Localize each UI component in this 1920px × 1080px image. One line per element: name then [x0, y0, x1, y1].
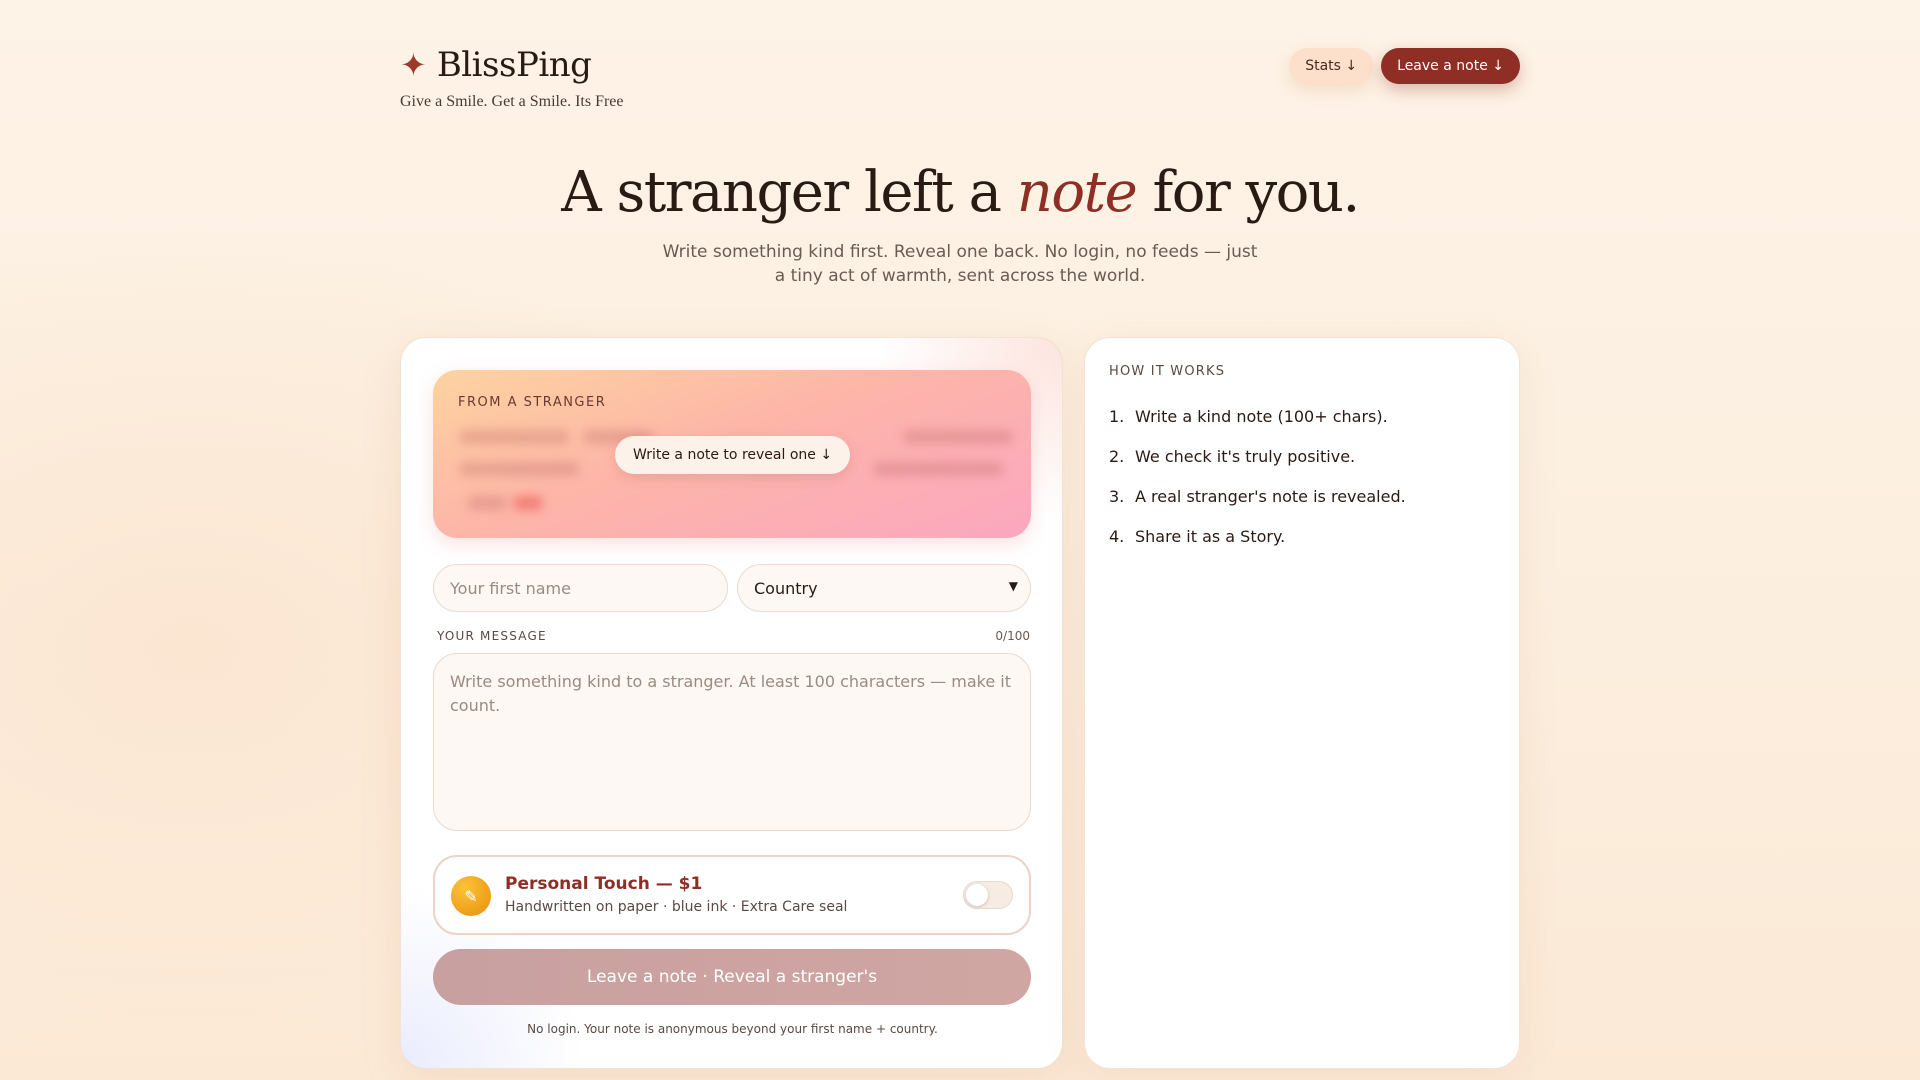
list-item: 4. Share it as a Story. — [1109, 516, 1406, 556]
page: ✦ BlissPing Give a Smile. Get a Smile. I… — [400, 0, 1520, 1080]
hero-title: A stranger left a note for you. — [400, 158, 1520, 228]
personal-touch-option[interactable]: ✎ Personal Touch — $1 Handwritten on pap… — [433, 855, 1031, 935]
toggle-knob — [966, 884, 988, 906]
step-text: Write a kind note (100+ chars). — [1135, 406, 1388, 426]
message-label: YOUR MESSAGE — [437, 629, 547, 643]
steps-list: 1. Write a kind note (100+ chars). 2. We c… — [1109, 396, 1406, 556]
reveal-note-button[interactable]: Write a note to reveal one ↓ — [615, 436, 851, 474]
hero-title-accent: note — [1016, 160, 1138, 225]
char-counter: 0/100 — [995, 629, 1030, 643]
personal-touch-subtitle: Handwritten on paper · blue ink · Extra … — [505, 899, 848, 915]
leave-note-button[interactable]: Leave a note ↓ — [1381, 48, 1520, 84]
chevron-down-icon: ▼ — [1008, 579, 1018, 593]
brand-logo[interactable]: ✦ BlissPing — [400, 44, 592, 86]
brand-name: BlissPing — [436, 45, 592, 85]
anonymity-footnote: No login. Your note is anonymous beyond … — [527, 1022, 938, 1036]
list-item: 1. Write a kind note (100+ chars). — [1109, 396, 1406, 436]
step-number: 4. — [1109, 526, 1125, 546]
blurred-text — [459, 430, 569, 444]
hero-title-end: for you. — [1136, 160, 1361, 225]
how-it-works-card: HOW IT WORKS 1. Write a kind note (100+ c… — [1084, 337, 1520, 1069]
personal-touch-toggle[interactable] — [963, 881, 1013, 909]
step-text: Share it as a Story. — [1135, 526, 1286, 546]
message-textarea[interactable]: Write something kind to a stranger. At l… — [433, 653, 1031, 831]
header-nav: Stats ↓ Leave a note ↓ — [1289, 48, 1520, 84]
hero-subtitle: Write something kind first. Reveal one b… — [662, 242, 1258, 286]
blurred-heart — [513, 496, 543, 510]
list-item: 3. A real stranger's note is revealed. — [1109, 476, 1406, 516]
first-name-input[interactable]: Your first name — [433, 564, 728, 612]
step-number: 1. — [1109, 406, 1125, 426]
step-text: We check it's truly positive. — [1135, 446, 1356, 466]
reveal-label: FROM A STRANGER — [458, 395, 607, 410]
list-item: 2. We check it's truly positive. — [1109, 436, 1406, 476]
sparkle-icon: ✦ — [400, 46, 427, 84]
how-it-works-title: HOW IT WORKS — [1109, 364, 1226, 379]
submit-note-button[interactable]: Leave a note · Reveal a stranger's — [433, 949, 1031, 1005]
note-form-card: FROM A STRANGER Write a note to reveal o… — [400, 337, 1063, 1069]
blurred-text — [873, 462, 1003, 476]
blurred-text — [459, 462, 579, 476]
stranger-note-reveal: FROM A STRANGER Write a note to reveal o… — [433, 370, 1031, 538]
step-number: 2. — [1109, 446, 1125, 466]
step-number: 3. — [1109, 486, 1125, 506]
country-select[interactable]: Country ▼ — [737, 564, 1031, 612]
tagline: Give a Smile. Get a Smile. Its Free — [400, 93, 624, 110]
pencil-icon: ✎ — [451, 876, 491, 916]
country-select-value: Country — [754, 578, 818, 598]
hero-title-start: A stranger left a — [561, 160, 1017, 225]
personal-touch-title: Personal Touch — $1 — [505, 874, 703, 894]
blurred-text — [467, 496, 507, 510]
stats-button[interactable]: Stats ↓ — [1289, 48, 1374, 84]
step-text: A real stranger's note is revealed. — [1135, 486, 1406, 506]
blurred-text — [903, 430, 1013, 444]
